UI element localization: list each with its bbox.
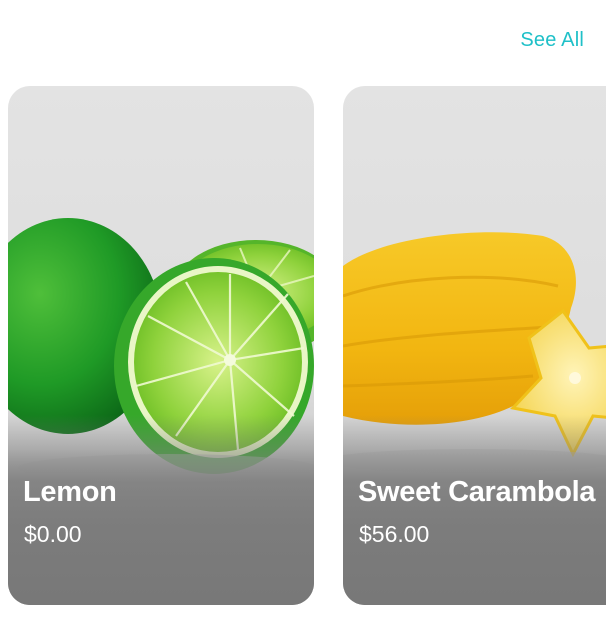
product-name: Sweet Carambola (358, 476, 596, 508)
see-all-link[interactable]: See All (520, 29, 584, 52)
product-carousel-screen: See All Lemon $0.00 Sweet Carambola $56.… (0, 0, 606, 636)
card-overlay (343, 415, 606, 605)
product-price: $56.00 (359, 521, 430, 547)
product-card-lemon[interactable]: Lemon $0.00 (8, 86, 314, 605)
product-price: $0.00 (24, 521, 82, 547)
card-overlay (8, 415, 314, 605)
product-card-sweet-carambola[interactable]: Sweet Carambola $56.00 (343, 86, 606, 605)
product-name: Lemon (23, 476, 117, 508)
